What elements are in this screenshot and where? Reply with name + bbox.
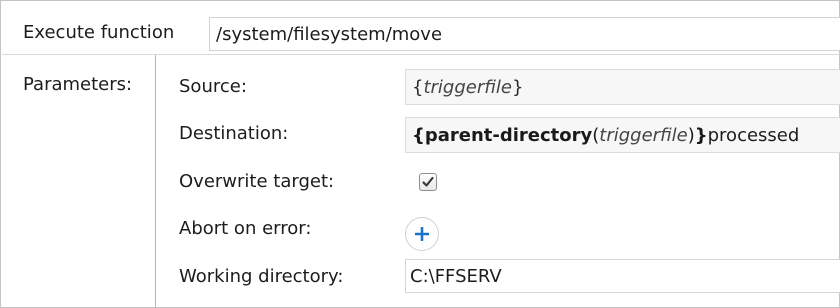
overwrite-target-checkbox[interactable]	[419, 173, 437, 191]
destination-paren-close: )	[687, 125, 695, 146]
destination-arg: triggerfile	[599, 125, 688, 146]
working-directory-field[interactable]: C:\FFSERV	[405, 259, 840, 293]
destination-close-brace: }	[694, 125, 708, 146]
destination-suffix: processed	[707, 125, 800, 146]
working-directory-label: Working directory:	[179, 266, 344, 287]
source-arg: triggerfile	[423, 77, 512, 98]
checkmark-icon	[422, 176, 434, 187]
abort-on-error-add-button[interactable]	[405, 217, 439, 251]
parameters-label: Parameters:	[23, 74, 133, 95]
destination-open-brace: {	[412, 125, 425, 146]
destination-function: parent-directory	[424, 125, 593, 146]
plus-icon	[415, 227, 429, 241]
vertical-separator	[155, 55, 156, 308]
source-open-brace: {	[412, 77, 424, 98]
destination-field[interactable]: {parent-directory(triggerfile)}processed	[405, 117, 840, 153]
divider	[2, 54, 840, 55]
execute-function-label: Execute function	[23, 22, 175, 43]
overwrite-target-label: Overwrite target:	[179, 171, 335, 192]
source-close-brace: }	[511, 77, 524, 98]
source-field[interactable]: {triggerfile}	[405, 69, 840, 105]
execute-function-field[interactable]: /system/filesystem/move	[209, 17, 840, 51]
destination-label: Destination:	[179, 123, 289, 144]
abort-on-error-label: Abort on error:	[179, 218, 312, 239]
function-panel: Execute function /system/filesystem/move…	[0, 0, 840, 308]
source-label: Source:	[179, 76, 247, 97]
